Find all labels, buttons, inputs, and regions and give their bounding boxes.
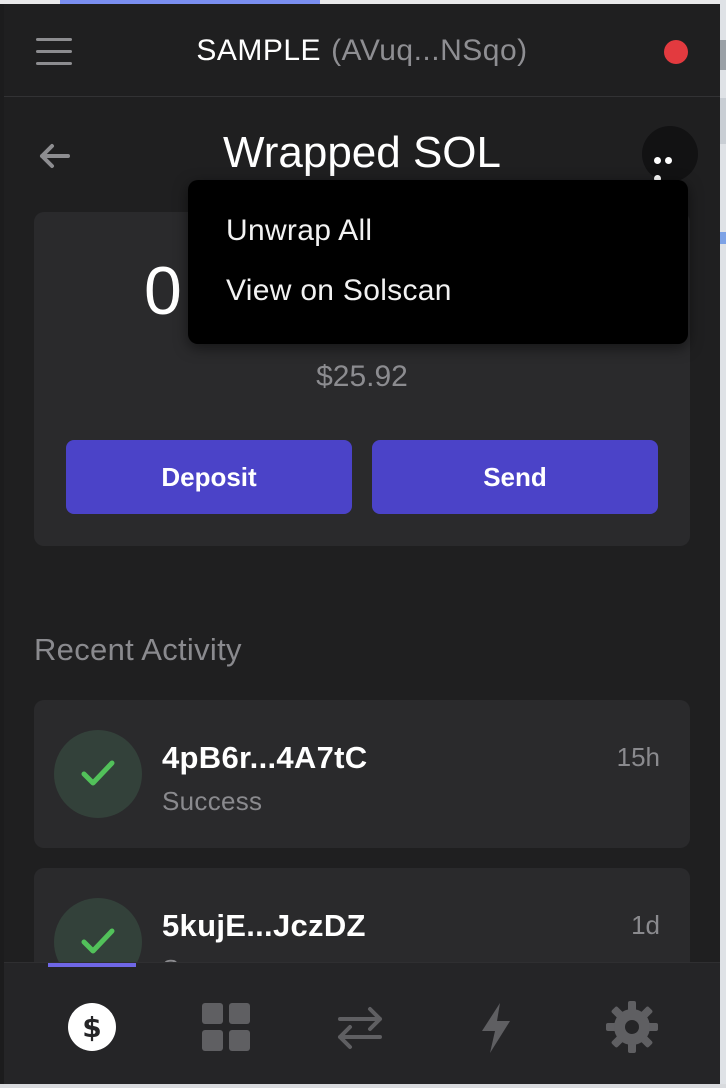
token-title: Wrapped SOL: [222, 128, 501, 177]
browser-right-edge: [720, 0, 726, 1088]
top-bar: SAMPLE (AVuq...NSqo): [4, 4, 720, 97]
lightning-icon: [482, 1003, 510, 1053]
tab-swap[interactable]: [332, 999, 388, 1055]
activity-item[interactable]: 4pB6r...4A7tC Success 15h: [34, 700, 690, 848]
edge-segment: [720, 232, 726, 244]
usd-value: $25.92: [316, 360, 408, 393]
tab-collectibles[interactable]: [198, 999, 254, 1055]
tab-activity[interactable]: [468, 999, 524, 1055]
wallet-address: (AVuq...NSqo): [331, 34, 528, 67]
tab-balances[interactable]: $: [64, 999, 120, 1055]
edge-segment: [720, 98, 726, 144]
transaction-time: 15h: [616, 742, 660, 772]
wallet-name: SAMPLE: [196, 34, 322, 67]
send-button[interactable]: Send: [372, 440, 658, 514]
menu-item-view-on-solscan[interactable]: View on Solscan: [226, 274, 452, 308]
gear-icon: [606, 1001, 658, 1053]
success-check-icon: [54, 730, 142, 818]
active-tab-indicator: [48, 963, 136, 967]
more-options-button[interactable]: [642, 126, 698, 182]
edge-segment: [720, 40, 726, 70]
bottom-tab-bar: $: [4, 962, 720, 1084]
transaction-time: 1d: [631, 910, 660, 940]
recent-activity-heading: Recent Activity: [34, 632, 242, 667]
transaction-id: 4pB6r...4A7tC: [162, 740, 368, 775]
token-balance: 0: [144, 253, 182, 329]
dollar-icon: $: [68, 1003, 116, 1051]
tab-settings[interactable]: [604, 999, 660, 1055]
ellipsis-icon: [654, 151, 686, 182]
wallet-selector[interactable]: SAMPLE (AVuq...NSqo): [4, 34, 720, 68]
swap-icon: [338, 1007, 382, 1049]
menu-item-unwrap-all[interactable]: Unwrap All: [226, 214, 372, 248]
connection-status-dot[interactable]: [664, 40, 688, 64]
svg-text:$: $: [82, 1011, 101, 1044]
browser-bottom-edge: [0, 1084, 726, 1088]
transaction-status: Success: [162, 786, 263, 816]
transaction-id: 5kujE...JczDZ: [162, 908, 366, 943]
wallet-app: SAMPLE (AVuq...NSqo) Wrapped SOL 0 $25.92…: [4, 4, 720, 1084]
grid-icon: [202, 1003, 250, 1051]
deposit-button[interactable]: Deposit: [66, 440, 352, 514]
options-dropdown: Unwrap All View on Solscan: [188, 180, 688, 344]
